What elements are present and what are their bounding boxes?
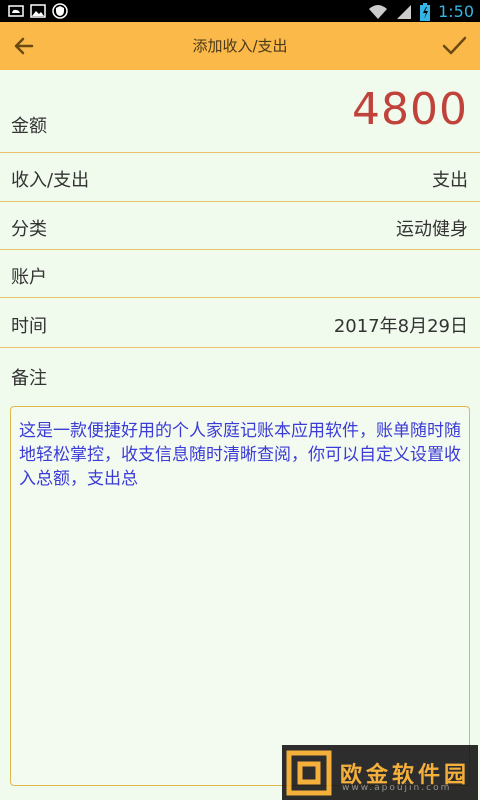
- account-row[interactable]: 账户: [0, 250, 480, 298]
- notification-icons: [8, 3, 68, 19]
- checkmark-icon[interactable]: [438, 30, 470, 62]
- category-value: 运动健身: [396, 219, 468, 240]
- income-expense-label: 收入/支出: [11, 170, 90, 191]
- income-expense-value: 支出: [432, 170, 468, 191]
- category-row[interactable]: 分类 运动健身: [0, 202, 480, 250]
- shield-icon: [52, 3, 68, 19]
- date-label: 时间: [11, 316, 47, 337]
- clock: 1:50: [438, 2, 474, 21]
- watermark-site: www.apoujin.com: [342, 783, 452, 793]
- signal-icon: [397, 4, 412, 19]
- page-title: 添加收入/支出: [192, 37, 288, 55]
- watermark: 欧金软件园 www.apoujin.com: [282, 745, 478, 800]
- wifi-icon: [369, 4, 388, 19]
- note-textarea[interactable]: 这是一款便捷好用的个人家庭记账本应用软件，账单随时随地轻松掌控，收支信息随时清晰…: [10, 406, 470, 786]
- battery-icon: [420, 2, 431, 21]
- amount-label: 金额: [11, 116, 47, 137]
- account-label: 账户: [11, 267, 47, 288]
- date-value: 2017年8月29日: [333, 316, 468, 337]
- amount-value[interactable]: 4800: [352, 84, 468, 135]
- cloud-icon: [8, 5, 24, 17]
- income-expense-row[interactable]: 收入/支出 支出: [0, 153, 480, 202]
- category-label: 分类: [11, 219, 47, 240]
- amount-row[interactable]: 金额 4800: [0, 70, 480, 153]
- image-icon: [30, 4, 46, 18]
- toolbar: 添加收入/支出: [0, 22, 480, 70]
- note-label: 备注: [11, 368, 47, 389]
- date-row[interactable]: 时间 2017年8月29日: [0, 298, 480, 348]
- logo-icon: [286, 750, 332, 795]
- back-arrow-icon[interactable]: [8, 30, 40, 62]
- status-bar: 1:50: [0, 0, 480, 22]
